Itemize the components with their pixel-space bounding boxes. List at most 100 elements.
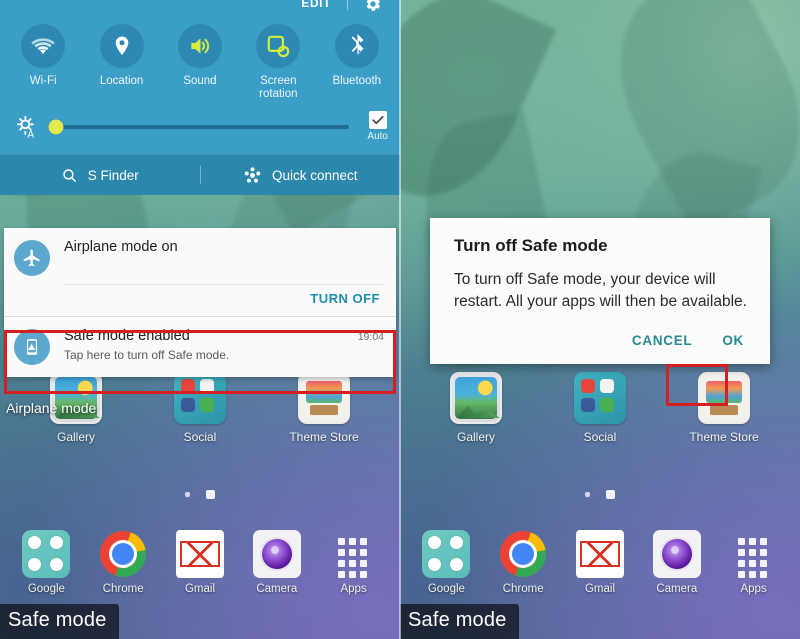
toggle-label: Sound <box>183 75 217 87</box>
ok-button[interactable]: OK <box>722 333 744 348</box>
gmail-icon <box>575 530 624 578</box>
dock: Google Chrome Gmail Camera Apps <box>400 530 800 595</box>
s-finder-label: S Finder <box>87 167 139 183</box>
toggle-label-line2: rotation <box>259 88 298 100</box>
quick-toggle-screen-rotation[interactable]: Screen rotation <box>239 24 317 101</box>
dock-app-camera[interactable]: Camera <box>642 530 712 595</box>
app-row: Gallery Social Theme Store <box>400 372 800 444</box>
app-gallery[interactable]: Gallery <box>439 372 513 444</box>
app-label: Gallery <box>456 430 495 444</box>
svg-text:A: A <box>28 129 35 140</box>
dock-label: Camera <box>656 583 698 595</box>
brightness-control: A Auto <box>0 105 400 154</box>
dock-app-chrome[interactable]: Chrome <box>88 530 158 595</box>
apps-grid-icon <box>330 530 378 578</box>
app-social[interactable]: Social <box>563 372 637 444</box>
phone-pane-right: Gallery Social Theme Store Google Chrome… <box>400 0 800 639</box>
dock-label: Chrome <box>502 583 544 595</box>
sound-speaker-icon <box>191 38 210 54</box>
notification-action-row: TURN OFF <box>4 285 396 316</box>
app-theme-store[interactable]: Theme Store <box>287 372 361 444</box>
page-dot[interactable] <box>185 492 190 497</box>
page-dot-active[interactable] <box>206 490 215 499</box>
dock-app-gmail[interactable]: Gmail <box>565 530 635 595</box>
notification-body: Safe mode enabled Tap here to turn off S… <box>64 327 350 365</box>
dock-app-chrome[interactable]: Chrome <box>488 530 558 595</box>
camera-icon <box>252 530 301 578</box>
dock-label: Google <box>427 583 465 595</box>
cancel-button[interactable]: CANCEL <box>632 333 692 348</box>
app-label: Theme Store <box>289 430 359 444</box>
notification-title: Airplane mode on <box>64 239 178 255</box>
app-social[interactable]: Social <box>163 372 237 444</box>
app-label: Gallery <box>56 430 95 444</box>
dock-label: Apps <box>740 583 767 595</box>
dialog-actions: CANCEL OK <box>454 333 748 358</box>
app-label: Theme Store <box>689 430 759 444</box>
toggle-circle <box>21 24 66 68</box>
notification-safe-mode[interactable]: Safe mode enabled Tap here to turn off S… <box>4 317 396 377</box>
notification-airplane-mode[interactable]: Airplane mode on <box>4 228 396 284</box>
gmail-icon <box>175 530 224 578</box>
pane-divider <box>399 0 401 639</box>
app-label: Social <box>183 430 217 444</box>
airplane-mode-toast: Airplane mode <box>6 400 97 416</box>
page-indicator <box>400 490 800 499</box>
wifi-icon <box>31 38 55 55</box>
quick-toggle-location[interactable]: Location <box>83 24 161 101</box>
s-finder-button[interactable]: S Finder <box>0 167 200 184</box>
checkmark-icon <box>372 115 384 125</box>
dock-app-apps[interactable]: Apps <box>719 530 789 595</box>
dock-label: Camera <box>256 583 298 595</box>
notification-body: Airplane mode on <box>64 238 384 276</box>
chrome-icon <box>99 530 147 578</box>
safe-mode-device-icon <box>14 329 50 365</box>
brightness-slider-thumb[interactable] <box>48 119 64 134</box>
toggle-label: Bluetooth <box>332 75 382 87</box>
toggle-label-line1: Screen <box>260 75 297 87</box>
toggle-label: Screen rotation <box>259 75 297 101</box>
edit-button[interactable]: EDIT <box>301 0 331 9</box>
notification-subtitle: Tap here to turn off Safe mode. <box>64 348 230 362</box>
google-folder-icon <box>22 530 71 578</box>
page-dot-active[interactable] <box>606 490 615 499</box>
toggle-label: Location <box>99 75 144 87</box>
gallery-icon <box>450 372 502 424</box>
dock-label: Gmail <box>184 583 215 595</box>
quick-toggle-sound[interactable]: Sound <box>161 24 239 101</box>
chrome-icon <box>499 530 547 578</box>
notification-shade: Airplane mode on TURN OFF Safe mode enab… <box>4 228 396 377</box>
dock-app-gmail[interactable]: Gmail <box>165 530 235 595</box>
turn-off-safe-mode-dialog: Turn off Safe mode To turn off Safe mode… <box>430 218 770 364</box>
quick-connect-icon <box>244 166 261 183</box>
dock-label: Gmail <box>584 583 615 595</box>
dock-app-apps[interactable]: Apps <box>319 530 389 595</box>
theme-store-icon <box>298 372 350 424</box>
notification-time: 19:04 <box>357 331 384 343</box>
bluetooth-icon <box>351 34 364 55</box>
quick-toggle-row: Wi-Fi Location Sound Screen rotation Blu… <box>0 12 400 105</box>
quick-connect-label: Quick connect <box>271 167 358 183</box>
dock-app-google[interactable]: Google <box>411 530 481 595</box>
toggle-circle <box>334 24 379 68</box>
dock-app-google[interactable]: Google <box>11 530 81 595</box>
quick-toggle-wifi[interactable]: Wi-Fi <box>4 24 82 101</box>
brightness-auto-toggle[interactable]: Auto <box>367 111 388 142</box>
auto-checkbox[interactable] <box>368 111 387 129</box>
safe-mode-badge: Safe mode <box>0 604 119 639</box>
brightness-slider[interactable] <box>48 119 350 134</box>
app-theme-store[interactable]: Theme Store <box>687 372 761 444</box>
dock-app-camera[interactable]: Camera <box>242 530 312 595</box>
toggle-circle <box>256 24 301 68</box>
phone-pane-left: Gallery Social Theme Store Google Chrome… <box>0 0 400 639</box>
turn-off-button[interactable]: TURN OFF <box>310 291 380 306</box>
toggle-label: Wi-Fi <box>29 75 57 87</box>
quick-settings-header: EDIT <box>0 0 400 12</box>
app-label: Social <box>583 430 617 444</box>
gear-icon[interactable] <box>364 0 382 12</box>
dialog-title: Turn off Safe mode <box>454 236 608 255</box>
safe-mode-badge: Safe mode <box>400 604 519 639</box>
quick-connect-button[interactable]: Quick connect <box>201 166 401 185</box>
quick-toggle-bluetooth[interactable]: Bluetooth <box>318 24 396 101</box>
page-dot[interactable] <box>585 492 590 497</box>
